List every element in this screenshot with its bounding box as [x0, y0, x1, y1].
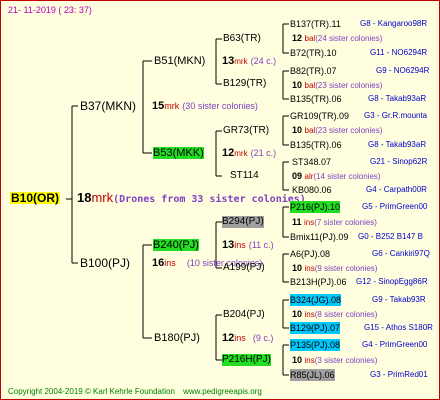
copyright-text: Copyright 2004-2019 © Karl Kehrle Founda…: [8, 387, 175, 396]
gen4-tag: G15 - Athos S180R: [364, 323, 433, 332]
gen2-line: 12ins (9 c.): [222, 332, 274, 344]
gen4-line: 09 alr(14 sister colonies): [292, 171, 381, 181]
gen4-id: B82(TR).07: [290, 66, 337, 76]
gen4-id: B129(PJ).07: [290, 322, 341, 334]
gen3-id: B129(TR): [223, 78, 267, 89]
gen4-tag: G3 - PrimRed01: [370, 370, 428, 379]
gen3-id: GR73(TR): [223, 125, 270, 136]
footer: Copyright 2004-2019 © Karl Kehrle Founda…: [8, 386, 262, 398]
pedigree-diagram: 21- 11-2019 ( 23: 37) B10(OR) 18mrk(Dron…: [0, 0, 440, 400]
root-line: 18mrk(Drones from 33 sister colonies): [77, 190, 306, 206]
gen4-line: 12 bal(24 sister colonies): [292, 33, 383, 43]
gen4-tag: G12 - SinopEgg86R: [356, 277, 428, 286]
gen4-tag: G21 - Sinop62R: [370, 157, 428, 166]
gen4-line: 10 ins(8 sister colonies): [292, 309, 378, 319]
gen1-id: B100(PJ): [80, 256, 131, 270]
gen3-id: B63(TR): [223, 33, 261, 44]
gen4-tag: G8 - Takab93aR: [368, 140, 427, 149]
gen4-tag: G0 - B252 B147 B: [358, 232, 423, 241]
gen4-id: B135(TR).06: [290, 94, 342, 104]
gen4-line: 10 bal(23 sister colonies): [292, 125, 383, 135]
gen4-tag: G6 - Cankiri97Q: [372, 249, 430, 258]
gen1-id: B37(MKN): [80, 99, 137, 113]
gen3-id: B294(PJ): [222, 216, 264, 228]
gen4-tag: G4 - Carpath00R: [366, 185, 427, 194]
gen4-tag: G4 - PrimGreen00: [362, 340, 428, 349]
gen4-id: B213H(PJ).06: [290, 277, 347, 287]
gen4-id: B135(TR).06: [290, 140, 342, 150]
root-queen-id: B10(OR): [10, 191, 61, 205]
gen4-tag: G3 - Gr.R.mounta: [364, 111, 428, 120]
gen4-line: 10 bal(23 sister colonies): [292, 80, 383, 90]
timestamp: 21- 11-2019 ( 23: 37): [8, 5, 92, 15]
gen4-line: 11 ins(7 sister colonies): [292, 217, 377, 227]
gen2-id: B240(PJ): [153, 239, 199, 251]
gen4-id: B324(JG).08: [290, 294, 342, 306]
gen4-id: P216(PJ).10: [290, 201, 341, 213]
gen4-id: A6(PJ).08: [290, 249, 331, 259]
site-link[interactable]: www.pedigreeapis.org: [183, 387, 262, 396]
gen3-id: P216H(PJ): [222, 354, 271, 366]
gen4-line: 10 ins(3 sister colonies): [292, 355, 378, 365]
gen1-line: 15mrk (30 sister colonies): [152, 100, 258, 112]
gen4-id: P135(PJ).08: [290, 339, 341, 351]
gen4-id: KB080.06: [292, 185, 332, 195]
gen3-id: B204(PJ): [223, 309, 265, 320]
root-note: (Drones from 33 sister colonies): [113, 194, 306, 205]
gen4-id: R85(JL).06: [290, 369, 335, 381]
gen4-id: GR109(TR).09: [290, 111, 350, 121]
gen4-id: ST348.07: [292, 157, 332, 167]
gen2-id: B53(MKK): [153, 147, 204, 159]
gen2-line: 13ins (11 c.): [222, 239, 274, 251]
gen4-tag: G8 - Kangaroo98R: [360, 19, 428, 28]
gen3-id: A199(PJ): [223, 262, 265, 273]
gen4-tag: G5 - PrimGreen00: [362, 202, 428, 211]
gen4-id: B137(TR).11: [290, 19, 341, 29]
gen4-tag: G8 - Takab93aR: [368, 94, 427, 103]
gen4-tag: G11 - NO6294R: [370, 48, 428, 57]
gen4-tag: G9 - NO6294R: [376, 66, 430, 75]
root-num: 18: [77, 190, 92, 205]
gen2-line: 12mrk (21 c.): [222, 147, 277, 159]
gen2-line: 13mrk (24 c.): [222, 55, 277, 67]
gen2-id: B51(MKN): [154, 55, 206, 67]
gen4-id: Bmix11(PJ).09: [290, 232, 349, 242]
gen2-id: B180(PJ): [154, 332, 200, 344]
gen3-id: ST114: [230, 170, 259, 181]
root-label: mrk: [91, 190, 114, 205]
gen4-id: B72(TR).10: [290, 48, 337, 58]
gen4-line: 10 ins(9 sister colonies): [292, 263, 378, 273]
gen4-tag: G9 - Takab93R: [372, 295, 426, 304]
